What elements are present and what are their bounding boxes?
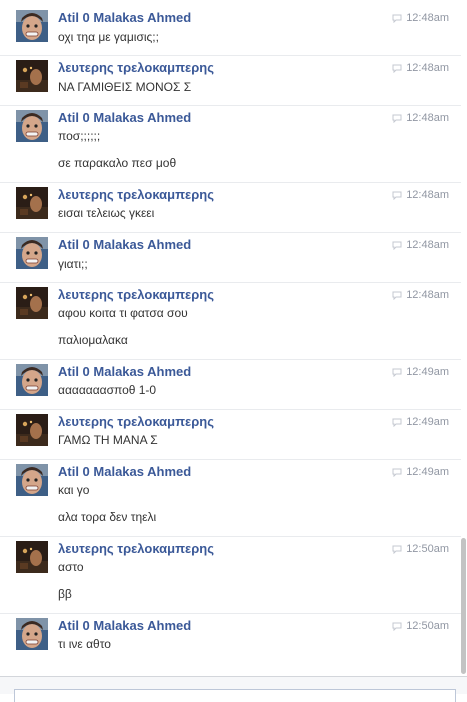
message-text: ααααααασποθ 1-0 [58, 383, 157, 397]
reply-icon [392, 114, 402, 123]
dark-photo-avatar-icon[interactable] [16, 60, 48, 92]
message-text: σε παρακαλο πεσ μοθ [58, 156, 177, 170]
timestamp: 12:49am [392, 465, 449, 479]
message-text: ποσ;;;;;; [58, 129, 101, 143]
author-name[interactable]: λευτερης τρελοκαμπερης [58, 187, 214, 203]
timestamp: 12:50am [392, 619, 449, 633]
timestamp: 12:48am [392, 238, 449, 252]
message-text: ββ [58, 587, 72, 601]
message-text: ΝΑ ΓΑΜΙΘΕΙΣ ΜΟΝΟΣ Σ [58, 80, 192, 94]
author-name[interactable]: Atil 0 Malakas Ahmed [58, 237, 191, 253]
person-avatar-icon[interactable] [16, 110, 48, 142]
timestamp: 12:48am [392, 188, 449, 202]
author-name[interactable]: λευτερης τρελοκαμπερης [58, 287, 214, 303]
author-name[interactable]: λευτερης τρελοκαμπερης [58, 414, 214, 430]
message-input[interactable] [14, 689, 456, 702]
timestamp-text: 12:48am [406, 239, 449, 251]
person-avatar-icon[interactable] [16, 364, 48, 396]
reply-icon [392, 622, 402, 631]
person-avatar-icon[interactable] [16, 237, 48, 269]
author-name[interactable]: Atil 0 Malakas Ahmed [58, 618, 191, 634]
dark-photo-avatar-icon[interactable] [16, 541, 48, 573]
message-text: παλιομαλακα [58, 333, 128, 347]
person-avatar-icon[interactable] [16, 10, 48, 42]
timestamp-text: 12:48am [406, 62, 449, 74]
timestamp-text: 12:48am [406, 112, 449, 124]
reply-icon [392, 241, 402, 250]
timestamp-text: 12:48am [406, 12, 449, 24]
author-name[interactable]: Atil 0 Malakas Ahmed [58, 10, 191, 26]
person-avatar-icon[interactable] [16, 464, 48, 496]
reply-icon [392, 368, 402, 377]
timestamp-text: 12:50am [406, 620, 449, 632]
author-name[interactable]: λευτερης τρελοκαμπερης [58, 541, 214, 557]
reply-icon [392, 291, 402, 300]
timestamp: 12:49am [392, 415, 449, 429]
reply-icon [392, 14, 402, 23]
scrollbar-thumb[interactable] [461, 538, 466, 674]
message-text: οχι τηα με γαμισις;; [58, 30, 159, 44]
message-text: εισαι τελειως γκεει [58, 206, 155, 220]
group-divider [0, 459, 461, 460]
group-divider [0, 55, 461, 56]
author-name[interactable]: Atil 0 Malakas Ahmed [58, 464, 191, 480]
group-divider [0, 536, 461, 537]
timestamp-text: 12:49am [406, 416, 449, 428]
timestamp: 12:48am [392, 11, 449, 25]
timestamp: 12:48am [392, 61, 449, 75]
group-divider [0, 613, 461, 614]
author-name[interactable]: λευτερης τρελοκαμπερης [58, 60, 214, 76]
message-text: και γο [58, 483, 90, 497]
timestamp: 12:50am [392, 542, 449, 556]
timestamp-text: 12:49am [406, 366, 449, 378]
group-divider [0, 409, 461, 410]
timestamp-text: 12:50am [406, 543, 449, 555]
timestamp: 12:48am [392, 288, 449, 302]
message-text: τι ινε αθτο [58, 637, 111, 651]
group-divider [0, 282, 461, 283]
reply-icon [392, 545, 402, 554]
timestamp: 12:48am [392, 111, 449, 125]
group-divider [0, 359, 461, 360]
conversation-panel: Atil 0 Malakas Ahmed 12:48am οχι τηα με … [0, 0, 461, 676]
timestamp: 12:49am [392, 365, 449, 379]
reply-icon [392, 418, 402, 427]
message-text: γιατι;; [58, 257, 88, 271]
scrollbar[interactable] [461, 0, 467, 676]
message-text: αλα τορα δεν τηελι [58, 510, 157, 524]
dark-photo-avatar-icon[interactable] [16, 287, 48, 319]
message-text: αστο [58, 560, 84, 574]
group-divider [0, 105, 461, 106]
message-text: ΓΑΜΩ ΤΗ ΜΑΝΑ Σ [58, 433, 158, 447]
group-divider [0, 182, 461, 183]
message-composer [0, 676, 467, 702]
person-avatar-icon[interactable] [16, 618, 48, 650]
timestamp-text: 12:48am [406, 289, 449, 301]
reply-icon [392, 191, 402, 200]
dark-photo-avatar-icon[interactable] [16, 187, 48, 219]
message-text: αφου κοιτα τι φατσα σου [58, 306, 188, 320]
author-name[interactable]: Atil 0 Malakas Ahmed [58, 110, 191, 126]
author-name[interactable]: Atil 0 Malakas Ahmed [58, 364, 191, 380]
reply-icon [392, 64, 402, 73]
timestamp-text: 12:49am [406, 466, 449, 478]
timestamp-text: 12:48am [406, 189, 449, 201]
dark-photo-avatar-icon[interactable] [16, 414, 48, 446]
group-divider [0, 232, 461, 233]
reply-icon [392, 468, 402, 477]
